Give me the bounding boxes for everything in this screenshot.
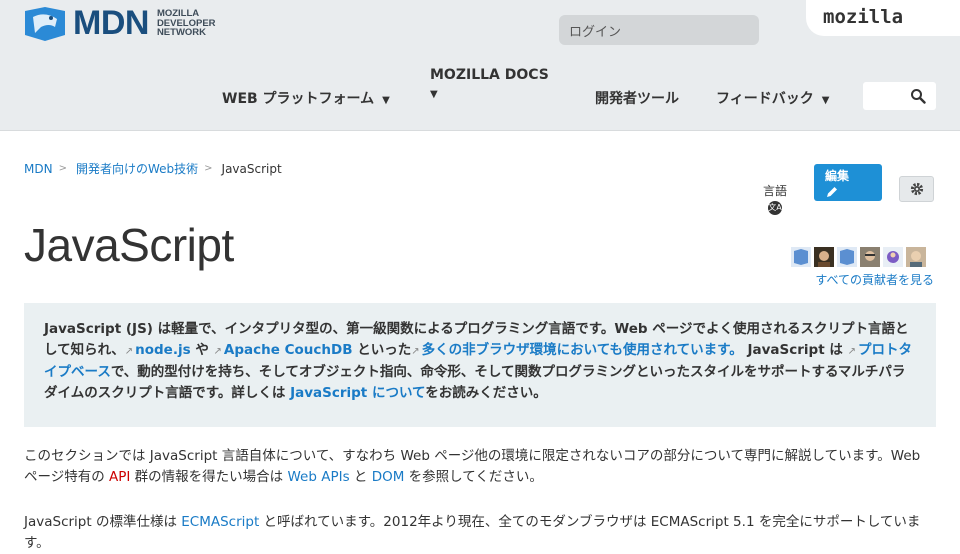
search-icon[interactable] [910,88,926,104]
breadcrumb-link-mdn[interactable]: MDN [24,162,53,176]
language-label: 言語 [762,184,787,198]
breadcrumb: MDN > 開発者向けのWeb技術 > JavaScript [24,160,282,177]
breadcrumb-current: JavaScript [221,161,282,176]
about-javascript-link[interactable]: JavaScript について [290,385,425,401]
paragraph-text: 群の情報を得たい場合は [130,469,288,485]
site-header: MDN MOZILLA DEVELOPER NETWORK ログイン mozil… [0,0,960,131]
summary-text: をお読みください。 [425,385,547,401]
dinosaur-logo-icon [25,6,65,41]
couchdb-link[interactable]: Apache CouchDB [224,342,353,358]
nav-feedback-label: フィードバック [716,91,814,107]
paragraph-text: JavaScript の標準仕様は [24,514,182,530]
mdn-logo[interactable]: MDN MOZILLA DEVELOPER NETWORK [23,4,216,43]
paragraph-text: を参照してください。 [404,469,543,485]
summary-text: といった [352,342,412,358]
nav-dev-tools[interactable]: 開発者ツール [595,88,679,108]
external-link-icon: ↗ [213,346,222,357]
dom-link[interactable]: DOM [372,469,405,485]
nav-web-platform[interactable]: WEB プラットフォーム ▼ [222,88,390,108]
logo-text: MDN [73,4,149,42]
pencil-icon [827,187,837,197]
web-apis-link[interactable]: Web APIs [287,469,349,485]
nav-web-platform-label: WEB プラットフォーム [222,91,375,107]
avatar[interactable] [791,247,811,267]
external-link-icon: ↗ [847,346,856,357]
nav-dev-tools-label: 開発者ツール [595,91,679,107]
contributor-avatars [791,247,926,267]
gear-icon [910,182,923,196]
summary-box: JavaScript (JS) は軽量で、インタプリタ型の、第一級関数によるプロ… [24,303,936,427]
intro-paragraph: このセクションでは JavaScript 言語自体について、すなわち Web ペ… [24,446,936,488]
login-button[interactable]: ログイン [559,15,759,45]
page-title: JavaScript [24,219,234,271]
external-link-icon: ↗ [124,346,134,357]
logo-subtitle: MOZILLA DEVELOPER NETWORK [157,9,216,38]
standard-paragraph: JavaScript の標準仕様は ECMAScript と呼ばれています。20… [24,512,936,554]
nav-feedback[interactable]: フィードバック ▼ [716,88,829,108]
settings-button[interactable] [899,176,934,202]
avatar[interactable] [883,247,903,267]
chevron-down-icon: ▼ [821,95,830,106]
avatar[interactable] [860,247,880,267]
avatar[interactable] [814,247,834,267]
non-browser-link[interactable]: 多くの非ブラウザ環境においても使用されています。 [422,342,743,358]
paragraph-text: と [349,469,372,485]
nav-mozilla-docs[interactable]: MOZILLA DOCS ▼ [430,67,549,100]
all-contributors-link[interactable]: すべての貢献者を見る [815,271,934,288]
search-input[interactable] [863,82,936,110]
language-icon: 文A [768,201,782,215]
breadcrumb-link-web-tech[interactable]: 開発者向けのWeb技術 [76,160,198,177]
nav-mozilla-docs-label: MOZILLA DOCS [430,67,549,83]
summary-text: JavaScript は [742,342,848,358]
chevron-down-icon: ▼ [430,89,438,100]
api-link[interactable]: API [109,469,130,485]
edit-button-label: 編集 [825,169,850,183]
chevron-right-icon: > [204,163,213,174]
avatar[interactable] [837,247,857,267]
chevron-right-icon: > [58,163,67,174]
mozilla-tab-label[interactable]: mozilla [823,6,903,28]
edit-button[interactable]: 編集 [814,164,882,201]
avatar[interactable] [906,247,926,267]
logo-sub-line: NETWORK [156,27,207,39]
ecmascript-link[interactable]: ECMAScript [181,514,259,530]
chevron-down-icon: ▼ [382,95,390,106]
external-link-icon: ↗ [411,346,420,357]
language-menu[interactable]: 言語 文A [762,182,788,215]
summary-text: や [190,342,214,358]
nodejs-link[interactable]: node.js [135,342,191,358]
